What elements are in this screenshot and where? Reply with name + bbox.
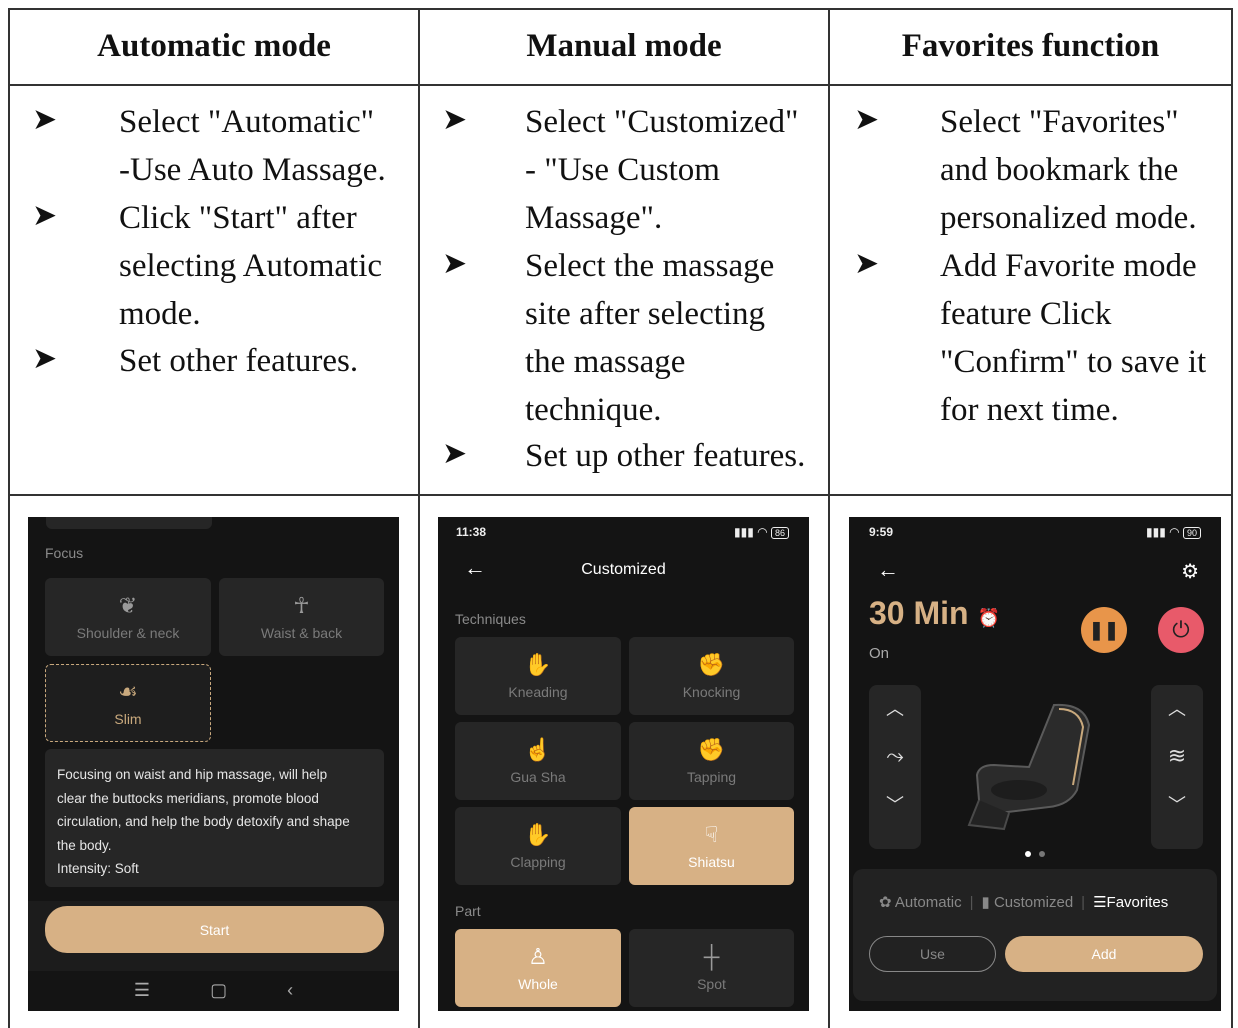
bullet-text: Add Favorite mode feature Click "Confirm" … xyxy=(940,248,1207,428)
table-divider-col2 xyxy=(828,8,830,1028)
bullet-arrow-icon: ➤ xyxy=(32,342,58,375)
phone-automatic-screenshot: Focus ❦ Shoulder & neck ☥ Waist & back ☙… xyxy=(28,517,399,1011)
technique-clapping[interactable]: ✋ Clapping xyxy=(455,807,621,885)
android-nav-bar: ☰ ▢ ‹ xyxy=(28,969,399,1011)
chevron-down-icon[interactable]: ﹀ xyxy=(1151,791,1203,817)
status-time: 11:38 xyxy=(456,525,487,539)
bullet-text: Select the massage site after selecting th… xyxy=(525,248,775,428)
power-button[interactable]: ⏻ xyxy=(1158,607,1204,653)
technique-shiatsu[interactable]: ☟ Shiatsu xyxy=(629,807,794,885)
settings-gear-icon[interactable]: ⚙ xyxy=(1181,559,1199,584)
alarm-clock-icon: ⏰ xyxy=(977,608,1000,628)
bullet-text: Click "Start" after selecting Automatic mo… xyxy=(119,200,383,332)
chevron-down-icon[interactable]: ﹀ xyxy=(869,791,921,817)
status-icons: ▮▮▮ ◠ 90 xyxy=(1146,525,1201,539)
bullet-text: Set up other features. xyxy=(525,438,806,474)
page-title: Customized xyxy=(581,561,666,578)
signal-icon: ▮▮▮ xyxy=(734,525,754,539)
table-border-right xyxy=(1231,8,1233,1028)
use-button[interactable]: Use xyxy=(869,936,996,972)
chevron-up-icon[interactable]: ︿ xyxy=(869,695,921,721)
bullet-arrow-icon: ➤ xyxy=(32,199,58,232)
bullet-text: Select "Customized" - "Use Custom Massage"… xyxy=(525,104,799,236)
bullet-text: Select "Favorites" and bookmark the person… xyxy=(940,104,1197,236)
bullet-arrow-icon: ➤ xyxy=(854,103,880,136)
knocking-icon: ✊ xyxy=(697,652,726,677)
part-spot[interactable]: ┼ Spot xyxy=(629,929,794,1007)
part-whole[interactable]: ♙ Whole xyxy=(455,929,621,1007)
carousel-dot[interactable] xyxy=(1039,851,1045,857)
tab-automatic[interactable]: ✿ Automatic xyxy=(879,893,962,911)
left-control-column: ︿ ⤳ ﹀ xyxy=(869,685,921,849)
airflow-icon: ≋ xyxy=(1167,743,1187,768)
bullet-arrow-icon: ➤ xyxy=(442,103,468,136)
technique-tapping[interactable]: ✊ Tapping xyxy=(629,722,794,800)
header-automatic-mode: Automatic mode xyxy=(97,28,331,64)
signal-icon: ▮▮▮ xyxy=(1146,525,1166,539)
card-shoulder-neck[interactable]: ❦ Shoulder & neck xyxy=(45,578,211,656)
mode-tabs: ✿ Automatic | ▮ Customized | ☰Favorites xyxy=(879,893,1169,912)
mode-description: Focusing on waist and hip massage, will … xyxy=(45,749,384,887)
header-manual-mode: Manual mode xyxy=(526,28,722,64)
whole-body-icon: ♙ xyxy=(528,944,548,969)
start-button[interactable]: Start xyxy=(45,906,384,953)
wifi-icon: ◠ xyxy=(1169,525,1180,539)
focus-label: Focus xyxy=(45,545,84,561)
header-favorites-function: Favorites function xyxy=(901,28,1160,64)
table-border-left xyxy=(8,8,10,1028)
tapping-icon: ✊ xyxy=(697,737,726,762)
automatic-icon: ✿ xyxy=(879,894,892,911)
spot-crosshair-icon: ┼ xyxy=(703,944,720,969)
bullet-text: Set other features. xyxy=(119,343,359,379)
mode-panel xyxy=(853,869,1217,1001)
card-waist-back[interactable]: ☥ Waist & back xyxy=(219,578,384,656)
battery-icon: 86 xyxy=(770,527,789,539)
tab-favorites[interactable]: ☰Favorites xyxy=(1093,893,1168,911)
back-nav-icon[interactable]: ‹ xyxy=(287,980,293,1001)
recline-icon: ⤳ xyxy=(886,743,904,768)
menu-nav-icon[interactable]: ☰ xyxy=(134,980,150,1001)
technique-kneading[interactable]: ✋ Kneading xyxy=(455,637,621,715)
slim-icon: ☙ xyxy=(118,679,138,704)
table-divider-col1 xyxy=(418,8,420,1028)
duration-display: 30 Min ⏰ xyxy=(869,595,1000,631)
wifi-icon: ◠ xyxy=(757,525,768,539)
customized-icon: ▮ xyxy=(981,894,990,911)
home-nav-icon[interactable]: ▢ xyxy=(210,980,227,1001)
bullet-arrow-icon: ➤ xyxy=(442,247,468,280)
right-control-column: ︿ ≋ ﹀ xyxy=(1151,685,1203,849)
tab-customized[interactable]: ▮ Customized xyxy=(982,893,1074,911)
power-state: On xyxy=(869,645,890,662)
status-icons: ▮▮▮ ◠ 86 xyxy=(734,525,789,539)
previous-card-edge xyxy=(46,517,212,529)
technique-gua-sha[interactable]: ☝ Gua Sha xyxy=(455,722,621,800)
table-divider-row xyxy=(8,494,1233,496)
techniques-label: Techniques xyxy=(455,611,526,627)
battery-icon: 90 xyxy=(1182,527,1201,539)
phone-favorites-screenshot: 9:59 ▮▮▮ ◠ 90 ← ⚙ 30 Min ⏰ On ❚❚ ⏻ ︿ ⤳ ﹀… xyxy=(849,517,1221,1011)
shiatsu-icon: ☟ xyxy=(704,822,719,847)
chevron-up-icon[interactable]: ︿ xyxy=(1151,695,1203,721)
phone-customized-screenshot: 11:38 ▮▮▮ ◠ 86 ← Customized Techniques ✋… xyxy=(438,517,809,1011)
back-arrow-icon[interactable]: ← xyxy=(877,557,899,583)
bullet-text: Select "Automatic" -Use Auto Massage. xyxy=(119,104,386,188)
kneading-icon: ✋ xyxy=(524,652,552,677)
bullet-arrow-icon: ➤ xyxy=(32,103,58,136)
status-time: 9:59 xyxy=(869,525,894,539)
carousel-dot-active[interactable] xyxy=(1025,851,1031,857)
massage-chair-image xyxy=(967,703,1091,831)
waist-icon: ☥ xyxy=(293,593,310,618)
card-slim[interactable]: ☙ Slim xyxy=(45,664,211,742)
shoulder-icon: ❦ xyxy=(118,593,138,618)
gua-sha-icon: ☝ xyxy=(524,737,552,762)
clapping-icon: ✋ xyxy=(524,822,552,847)
technique-knocking[interactable]: ✊ Knocking xyxy=(629,637,794,715)
part-label: Part xyxy=(455,903,481,919)
pause-button[interactable]: ❚❚ xyxy=(1081,607,1127,653)
bullet-arrow-icon: ➤ xyxy=(854,247,880,280)
favorites-list-icon: ☰ xyxy=(1093,894,1107,911)
add-button[interactable]: Add xyxy=(1005,936,1203,972)
bullet-arrow-icon: ➤ xyxy=(442,437,468,470)
